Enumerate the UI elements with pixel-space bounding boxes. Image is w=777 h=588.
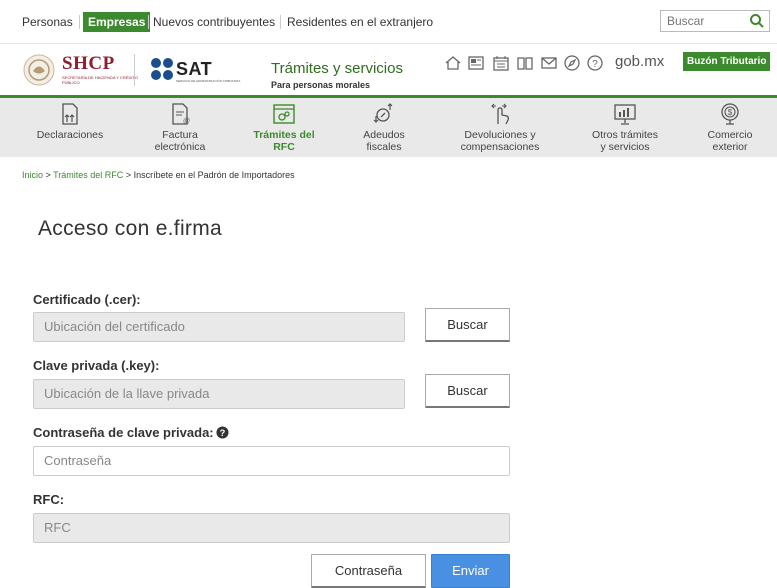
- browse-key-button[interactable]: Buscar: [425, 374, 510, 408]
- sat-logo-icon[interactable]: [150, 57, 174, 81]
- section-title: Trámites y servicios: [271, 60, 403, 77]
- private-key-label: Clave privada (.key):: [33, 358, 160, 373]
- breadcrumb-tramites-rfc[interactable]: Trámites del RFC: [53, 170, 123, 180]
- nav-item-adeudos-fiscales[interactable]: Adeudos fiscales: [336, 98, 432, 157]
- page-title: Acceso con e.firma: [38, 217, 222, 240]
- globe-dollar-icon: $: [721, 103, 739, 125]
- gears-window-icon: [273, 104, 295, 124]
- topbar-link-residentes-extranjero[interactable]: Residentes en el extranjero: [287, 12, 433, 32]
- nav-item-factura-electronica[interactable]: @ Factura electrónica: [132, 98, 228, 157]
- password-input[interactable]: Contraseña: [33, 446, 510, 476]
- topbar-link-personas[interactable]: Personas: [22, 12, 73, 32]
- main-nav: Declaraciones @ Factura electrónica Trámi…: [0, 95, 777, 157]
- monitor-chart-icon: [614, 104, 636, 125]
- nav-item-label: Otros trámites y servicios: [592, 129, 658, 153]
- divider: [134, 54, 135, 86]
- brand-header: SHCP SECRETARÍA DE HACIENDA Y CRÉDITO PÚ…: [0, 43, 777, 95]
- invoice-icon: @: [172, 103, 190, 125]
- search-input[interactable]: [661, 11, 749, 31]
- declaraciones-icon: [62, 103, 78, 125]
- certificate-field[interactable]: Ubicación del certificado: [33, 312, 405, 342]
- password-button[interactable]: Contraseña: [311, 554, 426, 588]
- top-bar: Personas Empresas Nuevos contribuyentes …: [0, 0, 777, 43]
- help-circle-icon[interactable]: ?: [586, 54, 604, 72]
- nav-item-label: Devoluciones y compensaciones: [460, 129, 540, 153]
- svg-text:?: ?: [592, 59, 598, 70]
- debt-icon: [373, 103, 393, 123]
- news-icon[interactable]: [467, 54, 485, 72]
- calendar-icon[interactable]: [492, 54, 510, 72]
- certificate-label: Certificado (.cer):: [33, 292, 141, 307]
- breadcrumb-current: Inscríbete en el Padrón de Importadores: [133, 170, 295, 180]
- breadcrumb-separator: >: [123, 170, 134, 180]
- shcp-subtitle: SECRETARÍA DE HACIENDA Y CRÉDITO PÚBLICO: [62, 75, 138, 85]
- divider: [280, 15, 281, 29]
- nav-item-label: Factura electrónica: [154, 129, 206, 153]
- shcp-seal-icon[interactable]: [22, 54, 56, 86]
- nav-item-label: Comercio exterior: [707, 129, 753, 153]
- nav-item-declaraciones[interactable]: Declaraciones: [22, 98, 118, 157]
- nav-item-tramites-rfc[interactable]: Trámites del RFC: [236, 98, 332, 157]
- nav-item-label: Trámites del RFC: [253, 129, 315, 153]
- nav-item-devoluciones[interactable]: Devoluciones y compensaciones: [440, 98, 560, 157]
- nav-item-label: Declaraciones: [36, 129, 104, 141]
- breadcrumb-home[interactable]: Inicio: [22, 170, 43, 180]
- topbar-link-nuevos-contribuyentes[interactable]: Nuevos contribuyentes: [153, 12, 275, 32]
- sat-subtitle: SERVICIO DE ADMINISTRACIÓN TRIBUTARIA: [176, 79, 241, 83]
- book-icon[interactable]: [516, 54, 534, 72]
- sat-logo-text[interactable]: SAT: [176, 59, 212, 80]
- password-label: Contraseña de clave privada:?: [33, 425, 229, 440]
- compass-icon[interactable]: [563, 54, 581, 72]
- nav-item-otros-tramites[interactable]: Otros trámites y servicios: [570, 98, 680, 157]
- mail-icon[interactable]: [540, 54, 558, 72]
- topbar-link-empresas[interactable]: Empresas: [83, 12, 151, 32]
- browse-certificate-button[interactable]: Buscar: [425, 308, 510, 342]
- rfc-label: RFC:: [33, 492, 65, 507]
- rfc-field: RFC: [33, 513, 510, 543]
- divider: [79, 15, 80, 29]
- shcp-logo-text[interactable]: SHCP: [62, 53, 115, 75]
- breadcrumb-separator: >: [43, 170, 54, 180]
- section-subtitle: Para personas morales: [271, 80, 371, 90]
- nav-item-comercio-exterior[interactable]: $ Comercio exterior: [688, 98, 772, 157]
- search-box: [660, 10, 770, 32]
- nav-item-label: Adeudos fiscales: [363, 129, 405, 153]
- buzon-tributario-button[interactable]: Buzón Tributario: [683, 52, 771, 71]
- home-icon[interactable]: [444, 54, 462, 72]
- private-key-field[interactable]: Ubicación de la llave privada: [33, 379, 405, 409]
- question-circle-icon[interactable]: ?: [216, 426, 229, 439]
- svg-text:@: @: [183, 118, 190, 125]
- divider: [148, 15, 149, 29]
- submit-button[interactable]: Enviar: [431, 554, 510, 588]
- svg-text:$: $: [728, 108, 733, 117]
- svg-text:?: ?: [219, 428, 225, 438]
- gobmx-link[interactable]: gob.mx: [615, 53, 664, 70]
- search-icon[interactable]: [749, 13, 765, 29]
- breadcrumb: Inicio > Trámites del RFC > Inscríbete e…: [22, 170, 295, 180]
- hand-pointer-icon: [491, 103, 509, 125]
